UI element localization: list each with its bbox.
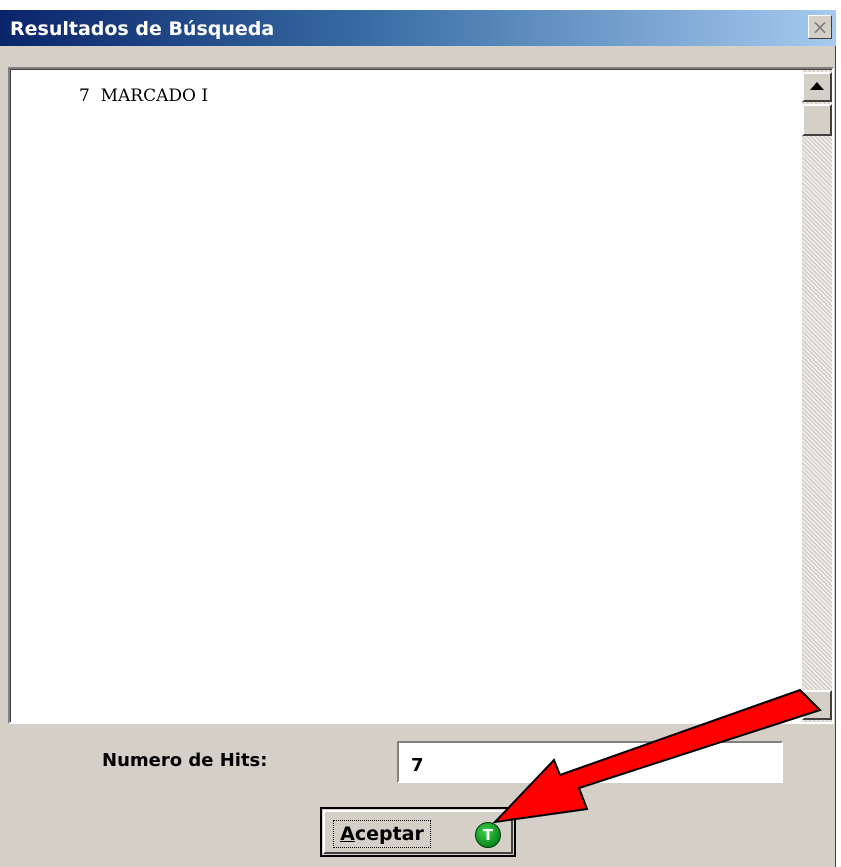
vertical-scrollbar[interactable] [802, 70, 832, 722]
close-icon: × [811, 15, 829, 39]
accept-button-face: Aceptar T [323, 810, 513, 854]
accept-icon-glyph: T [482, 826, 494, 844]
hits-input[interactable] [397, 741, 783, 783]
accept-button[interactable]: Aceptar T [320, 807, 516, 857]
scroll-up-button[interactable] [802, 72, 832, 102]
title-bar[interactable]: Resultados de Búsqueda × [0, 10, 836, 46]
accept-accel-key: A [340, 823, 355, 845]
hits-label: Numero de Hits: [102, 750, 268, 771]
results-listbox[interactable]: 7 MARCADO I [8, 67, 834, 724]
scroll-down-button[interactable] [802, 690, 832, 720]
close-button[interactable]: × [808, 15, 832, 39]
scroll-up-arrow-icon [810, 82, 824, 90]
window-title: Resultados de Búsqueda [10, 18, 275, 40]
search-results-dialog: Resultados de Búsqueda × 7 MARCADO I Num… [0, 10, 836, 867]
list-item[interactable]: 7 MARCADO I [79, 86, 208, 106]
green-circle-t-icon: T [475, 822, 501, 848]
accept-label-rest: ceptar [354, 823, 424, 845]
results-list: 7 MARCADO I [10, 69, 832, 722]
accept-button-label: Aceptar [333, 820, 431, 848]
scroll-thumb[interactable] [802, 104, 832, 136]
